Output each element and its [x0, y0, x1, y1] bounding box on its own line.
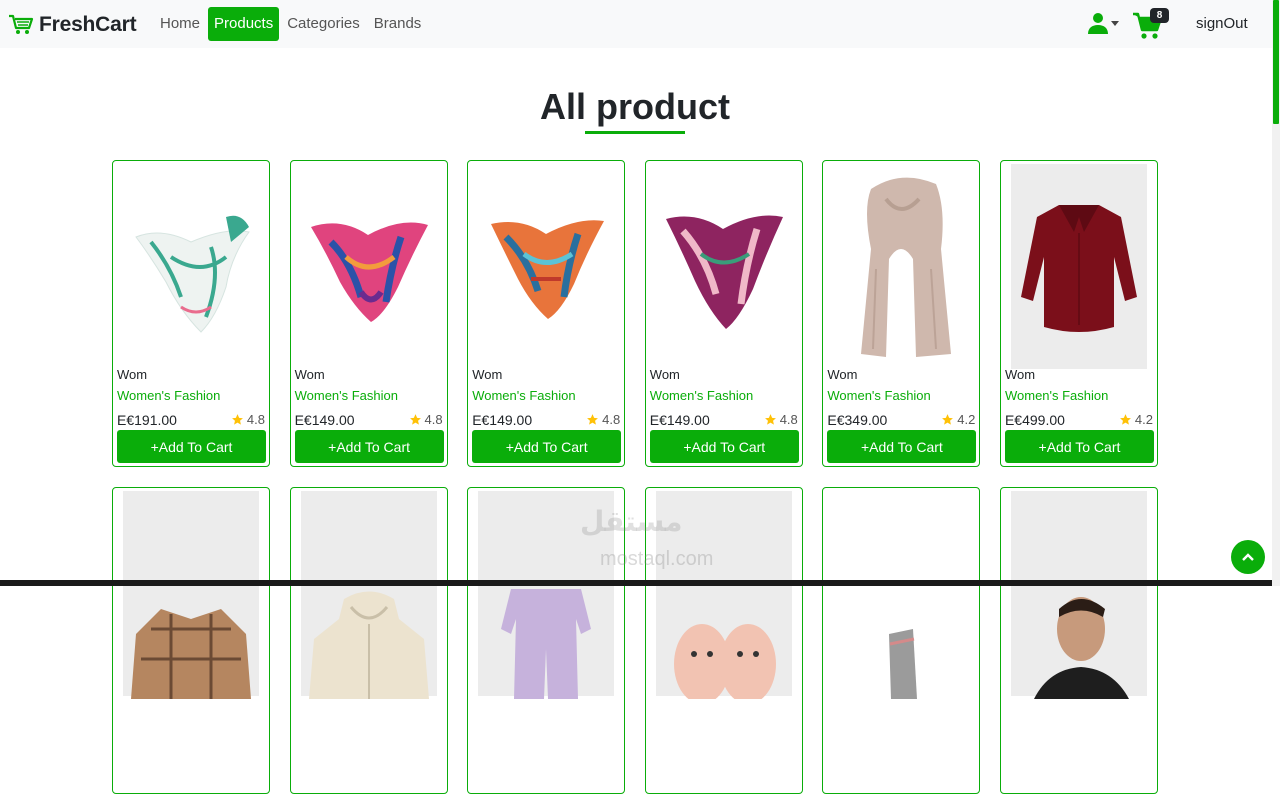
product-card[interactable]: [999, 487, 1158, 794]
nav-categories[interactable]: Categories: [281, 7, 366, 41]
add-to-cart-button[interactable]: +Add To Cart: [117, 430, 266, 463]
watermark-latin: mostaql.com: [600, 548, 714, 570]
product-image-scarf: [827, 164, 975, 369]
add-to-cart-button[interactable]: +Add To Cart: [294, 430, 444, 463]
chevron-up-icon: [1242, 553, 1254, 561]
product-card[interactable]: Wom Women's Fashion E€191.00 4.8 +Add To…: [112, 160, 270, 467]
product-rating: 4.2: [941, 412, 975, 427]
product-image-scarf: [650, 164, 798, 369]
rating-value: 4.2: [957, 412, 976, 427]
product-image-plaid-shirt: [123, 491, 259, 699]
product-card[interactable]: Wom Women's Fashion E€149.00 4.8 +Add To…: [289, 160, 448, 467]
product-name: Wom: [294, 367, 325, 382]
product-price: E€349.00: [827, 412, 888, 428]
product-category: Women's Fashion: [117, 388, 221, 403]
product-image-scarf: [117, 164, 265, 369]
navbar: FreshCart Home Products Categories Brand…: [0, 0, 1272, 48]
user-menu[interactable]: [1088, 12, 1119, 34]
signout-link[interactable]: signOut: [1196, 15, 1248, 32]
brand-logo[interactable]: FreshCart: [8, 12, 137, 38]
chevron-down-icon: [1111, 20, 1119, 26]
cart-button[interactable]: 8: [1132, 8, 1172, 40]
product-name: Wom: [1004, 367, 1036, 382]
add-to-cart-button[interactable]: +Add To Cart: [827, 430, 977, 463]
rating-value: 4.8: [246, 412, 265, 427]
product-card[interactable]: [822, 487, 981, 794]
star-icon: [1119, 414, 1131, 425]
scroll-to-top-button[interactable]: [1231, 540, 1265, 574]
product-rating: 4.8: [409, 412, 443, 427]
add-to-cart-button[interactable]: +Add To Cart: [472, 430, 622, 463]
product-category: Women's Fashion: [1004, 388, 1109, 403]
cart-logo-icon: [9, 14, 34, 34]
brand-name: FreshCart: [39, 13, 137, 36]
scrollbar-thumb[interactable]: [1273, 0, 1279, 124]
product-card[interactable]: Wom Women's Fashion E€499.00 4.2 +Add To…: [999, 160, 1158, 467]
add-to-cart-button[interactable]: +Add To Cart: [649, 430, 799, 463]
product-price: E€149.00: [649, 412, 710, 428]
nav-brands[interactable]: Brands: [368, 7, 428, 41]
product-card[interactable]: Wom Women's Fashion E€149.00 4.8 +Add To…: [644, 160, 803, 467]
product-name: Wom: [827, 367, 858, 382]
product-image-scarf: [472, 164, 620, 369]
nav-home[interactable]: Home: [154, 7, 206, 41]
rating-value: 4.8: [779, 412, 798, 427]
product-image-scarf: [295, 164, 443, 369]
star-icon: [587, 414, 599, 425]
taskbar-strip: [0, 580, 1272, 586]
product-price: E€499.00: [1004, 412, 1065, 428]
add-to-cart-button[interactable]: +Add To Cart: [1004, 430, 1154, 463]
product-price: E€149.00: [294, 412, 355, 428]
product-image-man-tshirt: [1010, 491, 1147, 699]
product-image-hoodie: [300, 491, 437, 699]
rating-value: 4.2: [1134, 412, 1153, 427]
rating-value: 4.8: [602, 412, 621, 427]
product-price: E€191.00: [117, 412, 177, 428]
cart-count-badge: 8: [1150, 8, 1169, 23]
product-image-shirt: [1010, 164, 1147, 369]
page-title: All product: [540, 86, 730, 127]
product-grid: Wom Women's Fashion E€191.00 4.8 +Add To…: [112, 160, 1158, 794]
product-name: Wom: [472, 367, 503, 382]
product-card[interactable]: [112, 487, 270, 794]
main-nav: Home Products Categories Brands: [154, 7, 429, 41]
product-rating: 4.8: [764, 412, 798, 427]
watermark-arabic: مستقل: [580, 506, 683, 537]
title-underline: [585, 131, 685, 134]
product-category: Women's Fashion: [827, 388, 931, 403]
star-icon: [942, 414, 954, 425]
product-name: Wom: [649, 367, 680, 382]
product-category: Women's Fashion: [472, 388, 576, 403]
product-category: Women's Fashion: [294, 388, 398, 403]
product-card[interactable]: [289, 487, 448, 794]
product-card[interactable]: Wom Women's Fashion E€149.00 4.8 +Add To…: [467, 160, 626, 467]
rating-value: 4.8: [424, 412, 443, 427]
nav-products[interactable]: Products: [208, 7, 280, 41]
user-icon: [1088, 13, 1108, 34]
product-rating: 4.8: [586, 412, 620, 427]
product-card[interactable]: Wom Women's Fashion E€349.00 4.2 +Add To…: [822, 160, 981, 467]
product-category: Women's Fashion: [649, 388, 754, 403]
product-price: E€149.00: [472, 412, 533, 428]
product-rating: 4.2: [1119, 412, 1153, 427]
star-icon: [409, 414, 421, 425]
star-icon: [764, 414, 776, 425]
star-icon: [232, 414, 243, 425]
product-name: Wom: [117, 367, 148, 382]
product-image-socks: [827, 491, 975, 699]
product-rating: 4.8: [231, 412, 265, 427]
